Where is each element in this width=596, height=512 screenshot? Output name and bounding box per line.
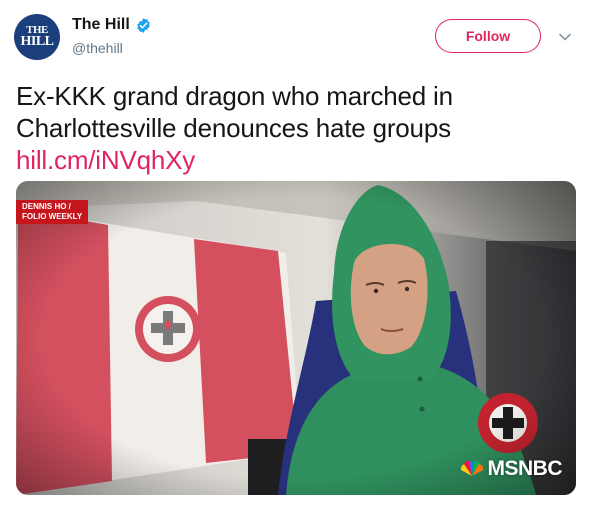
- tweet-body: Ex-KKK grand dragon who marched in Charl…: [16, 81, 453, 143]
- credit-line2: FOLIO WEEKLY: [22, 212, 83, 221]
- avatar-text-line2: HILL: [20, 33, 54, 49]
- display-name[interactable]: The Hill: [72, 16, 130, 34]
- account-handle[interactable]: @thehill: [72, 40, 123, 56]
- credit-line1: DENNIS HO /: [22, 202, 71, 211]
- chevron-down-icon[interactable]: [558, 30, 572, 44]
- photo-credit-badge: DENNIS HO / FOLIO WEEKLY: [16, 200, 89, 224]
- tweet-media-video[interactable]: DENNIS HO / FOLIO WEEKLY MSNBC: [16, 181, 576, 495]
- video-frame: [16, 181, 576, 495]
- tweet-text: Ex-KKK grand dragon who marched in Charl…: [16, 80, 582, 176]
- msnbc-logo: MSNBC: [459, 457, 563, 481]
- follow-button[interactable]: Follow: [435, 19, 541, 53]
- account-name-row[interactable]: The Hill: [72, 16, 152, 34]
- peacock-icon: [460, 461, 483, 476]
- network-logo-text: MSNBC: [487, 457, 563, 480]
- avatar[interactable]: THE HILL: [14, 14, 60, 60]
- tweet-link[interactable]: hill.cm/iNVqhXy: [16, 145, 195, 175]
- vignette: [16, 181, 576, 495]
- verified-badge-icon: [137, 17, 150, 33]
